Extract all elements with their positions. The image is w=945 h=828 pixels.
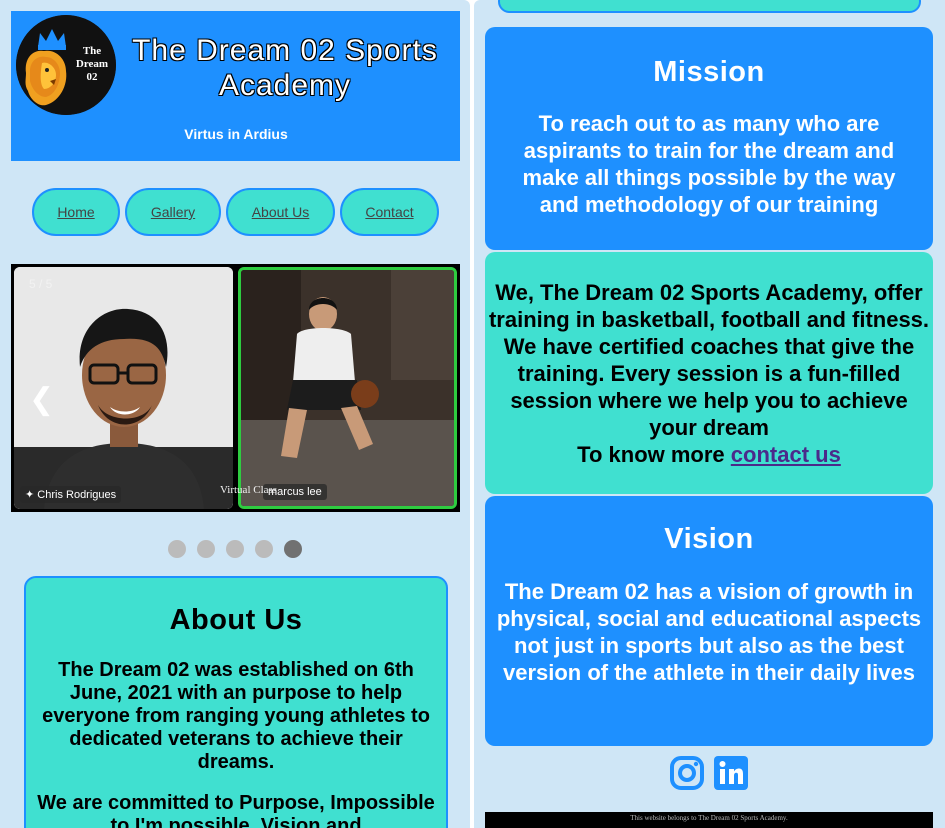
about-us-commitment-text: We are committed to Purpose, Impossible … bbox=[37, 792, 435, 828]
nav-home[interactable]: Home bbox=[32, 188, 120, 236]
slide-dot-5[interactable] bbox=[284, 540, 302, 558]
know-more-line: To know more contact us bbox=[487, 441, 931, 468]
logo-text: The Dream 02 bbox=[68, 45, 116, 84]
logo-text-line2: Dream bbox=[75, 58, 109, 70]
logo-text-line3: 02 bbox=[86, 71, 98, 83]
know-more-text: To know more bbox=[577, 442, 731, 467]
nav-gallery[interactable]: Gallery bbox=[125, 188, 221, 236]
main-nav: Home Gallery About Us Contact bbox=[0, 188, 470, 236]
gallery-slideshow: 5 / 5 ✦ Chris Rodrigues marcus lee ❮ Vir… bbox=[11, 264, 460, 512]
site-title-line1: The Dream 02 Sports bbox=[132, 34, 438, 67]
social-links bbox=[669, 755, 751, 791]
slide-dots bbox=[0, 540, 470, 559]
mission-section: Mission To reach out to as many who are … bbox=[485, 27, 933, 250]
nav-contact[interactable]: Contact bbox=[340, 188, 439, 236]
mission-text: To reach out to as many who are aspirant… bbox=[522, 111, 896, 217]
prev-slide-icon[interactable]: ❮ bbox=[29, 385, 54, 415]
slide-dot-4[interactable] bbox=[255, 540, 273, 558]
offer-text: We, The Dream 02 Sports Academy, offer t… bbox=[488, 280, 930, 440]
vision-text: The Dream 02 has a vision of growth in p… bbox=[496, 579, 922, 685]
offer-section: We, The Dream 02 Sports Academy, offer t… bbox=[485, 252, 933, 494]
slide-dot-1[interactable] bbox=[168, 540, 186, 558]
contact-us-link[interactable]: contact us bbox=[731, 442, 841, 467]
tagline: Virtus in Ardius bbox=[184, 126, 288, 142]
instagram-icon[interactable] bbox=[669, 755, 705, 791]
vision-section: Vision The Dream 02 has a vision of grow… bbox=[485, 496, 933, 746]
academy-logo[interactable]: The Dream 02 bbox=[16, 15, 116, 115]
nav-about-us[interactable]: About Us bbox=[226, 188, 335, 236]
participant-icon: ✦ bbox=[25, 489, 38, 501]
site-title-line2: Academy bbox=[218, 69, 352, 102]
slide-dot-3[interactable] bbox=[226, 540, 244, 558]
mission-title: Mission bbox=[653, 56, 765, 88]
slide-counter: 5 / 5 bbox=[29, 277, 53, 291]
video-tile-marcus: marcus lee bbox=[238, 267, 457, 509]
vision-title: Vision bbox=[664, 523, 754, 555]
person-photo-marcus bbox=[241, 270, 454, 506]
site-title: The Dream 02 Sports Academy bbox=[126, 33, 444, 103]
right-viewport: Mission To reach out to as many who are … bbox=[474, 0, 945, 828]
slide-dot-2[interactable] bbox=[197, 540, 215, 558]
about-us-title: About Us bbox=[169, 604, 303, 636]
site-header: The Dream 02 The Dream 02 Sports Academy… bbox=[11, 11, 460, 161]
about-us-text: The Dream 02 was established on 6th June… bbox=[42, 659, 430, 773]
participant-name: Chris Rodrigues bbox=[37, 489, 117, 501]
participant-name-tag: ✦ Chris Rodrigues bbox=[20, 486, 122, 503]
left-viewport: The Dream 02 The Dream 02 Sports Academy… bbox=[0, 0, 470, 828]
previous-card-edge bbox=[498, 0, 921, 13]
site-footer: This website belongs to The Dream 02 Spo… bbox=[485, 812, 933, 828]
linkedin-icon[interactable] bbox=[713, 755, 749, 791]
slide-caption: Virtual Class bbox=[220, 484, 278, 496]
about-us-section: About Us The Dream 02 was established on… bbox=[24, 576, 448, 828]
logo-text-line1: The bbox=[82, 45, 102, 57]
